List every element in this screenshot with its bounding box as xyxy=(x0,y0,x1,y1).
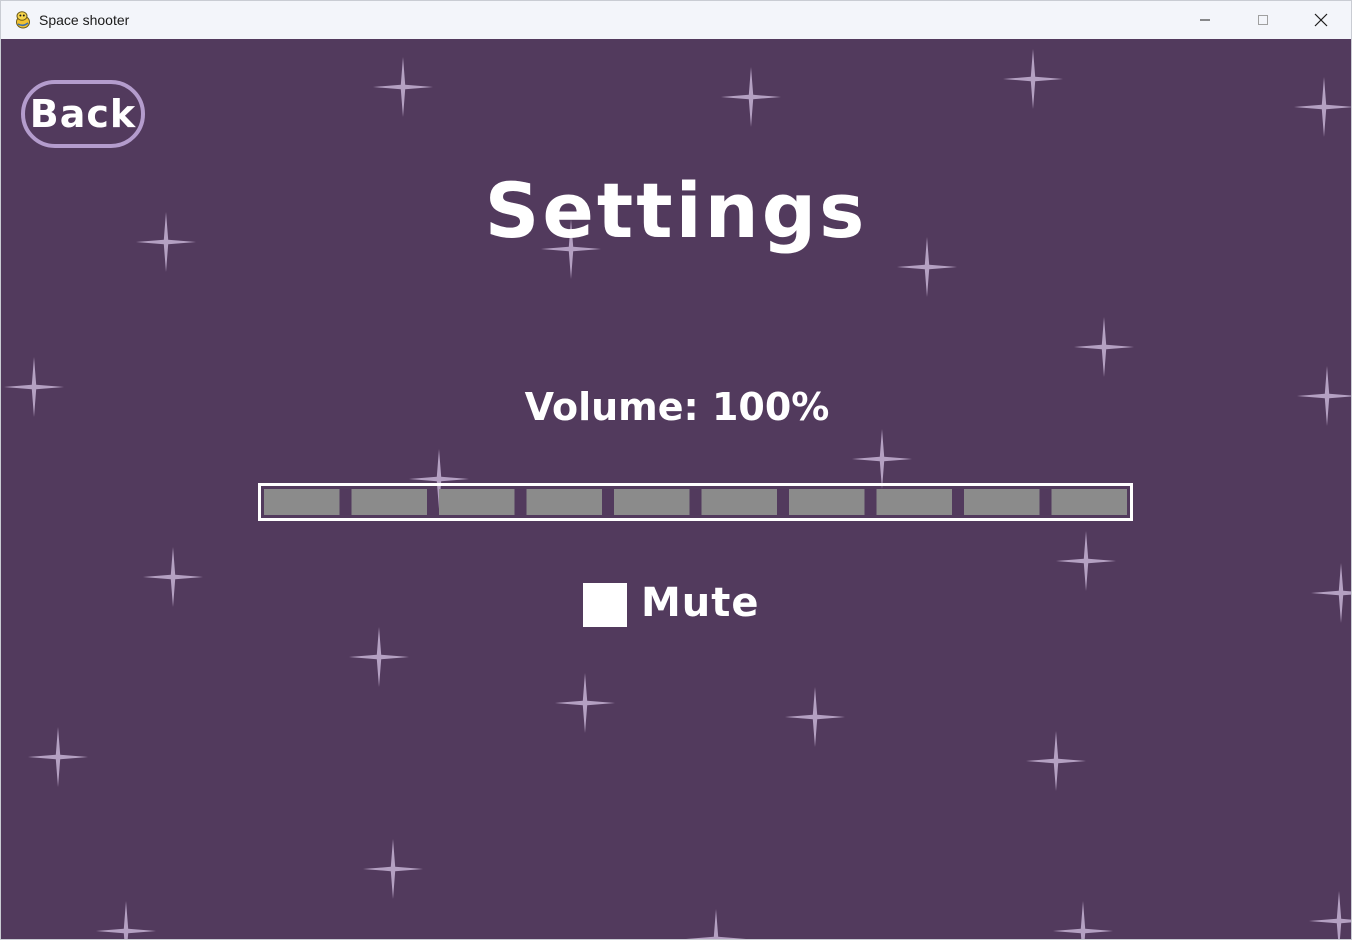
star-sparkle-icon xyxy=(1311,563,1351,623)
volume-slider[interactable] xyxy=(258,483,1133,521)
volume-segment xyxy=(701,489,777,515)
pygame-snake-icon xyxy=(16,11,30,29)
star-sparkle-icon xyxy=(1053,901,1113,939)
volume-segment xyxy=(876,489,952,515)
star-sparkle-icon xyxy=(852,429,912,489)
volume-segments xyxy=(264,489,1127,515)
close-icon xyxy=(1314,13,1328,27)
star-sparkle-icon xyxy=(785,687,845,747)
maximize-button[interactable] xyxy=(1234,1,1292,39)
volume-segment xyxy=(614,489,690,515)
star-sparkle-icon xyxy=(143,547,203,607)
close-button[interactable] xyxy=(1292,1,1350,39)
minimize-button[interactable] xyxy=(1176,1,1234,39)
star-sparkle-icon xyxy=(96,901,156,939)
title-bar[interactable]: Space shooter xyxy=(1,1,1351,39)
back-button[interactable]: Back xyxy=(21,80,145,148)
maximize-icon xyxy=(1258,15,1268,25)
volume-segment xyxy=(526,489,602,515)
minimize-icon xyxy=(1200,19,1210,21)
star-sparkle-icon xyxy=(1309,891,1351,939)
volume-segment xyxy=(789,489,865,515)
game-window: Space shooter Back Settings Volume: 100% xyxy=(0,0,1352,940)
volume-segment xyxy=(264,489,340,515)
volume-segment xyxy=(351,489,427,515)
star-sparkle-icon xyxy=(373,57,433,117)
mute-label[interactable]: Mute xyxy=(641,577,760,629)
window-title: Space shooter xyxy=(39,12,130,28)
star-sparkle-icon xyxy=(1074,317,1134,377)
volume-segment xyxy=(439,489,515,515)
volume-segment xyxy=(964,489,1040,515)
star-sparkle-icon xyxy=(1056,531,1116,591)
mute-checkbox[interactable] xyxy=(583,583,627,627)
star-sparkle-icon xyxy=(363,839,423,899)
star-sparkle-icon xyxy=(1294,77,1351,137)
page-title: Settings xyxy=(484,166,868,255)
volume-segment xyxy=(1051,489,1127,515)
star-sparkle-icon xyxy=(1026,731,1086,791)
star-sparkle-icon xyxy=(28,727,88,787)
star-sparkle-icon xyxy=(555,673,615,733)
volume-label: Volume: 100% xyxy=(524,385,830,429)
star-sparkle-icon xyxy=(721,67,781,127)
star-sparkle-icon xyxy=(1003,49,1063,109)
settings-screen: Back Settings Volume: 100% Mute xyxy=(1,39,1351,939)
star-sparkle-icon xyxy=(686,909,746,939)
star-sparkle-icon xyxy=(349,627,409,687)
